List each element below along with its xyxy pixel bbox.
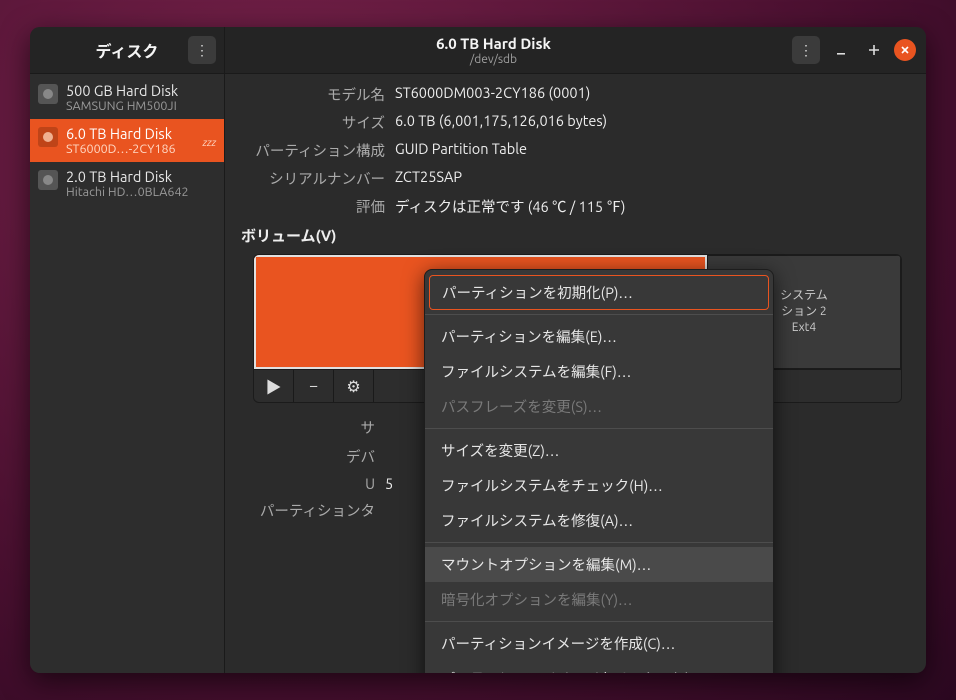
disk-title: 500 GB Hard Disk bbox=[66, 82, 216, 99]
gear-icon: ⚙ bbox=[346, 377, 360, 396]
disks-window: ディスク ⋮ 6.0 TB Hard Disk /dev/sdb ⋮ 500 G… bbox=[30, 27, 926, 673]
window-controls: ⋮ bbox=[762, 27, 926, 73]
label-uuid: U bbox=[235, 475, 385, 492]
menu-separator bbox=[425, 621, 773, 622]
header-title: 6.0 TB Hard Disk bbox=[436, 35, 551, 52]
vdots-icon: ⋮ bbox=[195, 42, 209, 59]
menu-create-image[interactable]: パーティションイメージを作成(C)… bbox=[425, 626, 773, 661]
menu-resize[interactable]: サイズを変更(Z)… bbox=[425, 433, 773, 468]
mount-button[interactable]: ▶ bbox=[254, 370, 294, 403]
label-assessment: 評価 bbox=[235, 196, 395, 217]
disk-item-2[interactable]: 2.0 TB Hard Disk Hitachi HD…0BLA642 bbox=[30, 162, 224, 205]
close-button[interactable] bbox=[894, 39, 916, 61]
menu-check-fs[interactable]: ファイルシステムをチェック(H)… bbox=[425, 468, 773, 503]
menu-edit-partition[interactable]: パーティションを編集(E)… bbox=[425, 319, 773, 354]
minus-icon: − bbox=[309, 377, 318, 395]
label-psize: サ bbox=[235, 417, 385, 438]
disk-subtitle: Hitachi HD…0BLA642 bbox=[66, 185, 216, 199]
label-parttype: パーティションタ bbox=[235, 500, 385, 521]
disk-item-0[interactable]: 500 GB Hard Disk SAMSUNG HM500JI bbox=[30, 76, 224, 119]
menu-separator bbox=[425, 314, 773, 315]
volume-options-button[interactable]: ⚙ bbox=[334, 370, 374, 403]
menu-separator bbox=[425, 542, 773, 543]
disk-title: 2.0 TB Hard Disk bbox=[66, 168, 216, 185]
maximize-button[interactable] bbox=[861, 38, 886, 63]
sleep-icon: zzz bbox=[203, 132, 216, 150]
label-size: サイズ bbox=[235, 112, 395, 133]
menu-restore-image[interactable]: パーティションイメージをリストア(R)… bbox=[425, 661, 773, 673]
label-model: モデル名 bbox=[235, 84, 395, 105]
hdd-icon bbox=[38, 84, 58, 104]
menu-separator bbox=[425, 428, 773, 429]
menu-edit-mount-options[interactable]: マウントオプションを編集(M)… bbox=[425, 547, 773, 582]
delete-partition-button[interactable]: − bbox=[294, 370, 334, 403]
titlebar-left: ディスク ⋮ bbox=[30, 27, 225, 73]
titlebar: ディスク ⋮ 6.0 TB Hard Disk /dev/sdb ⋮ bbox=[30, 27, 926, 74]
disk-menu-button[interactable]: ⋮ bbox=[792, 36, 820, 64]
header-subtitle: /dev/sdb bbox=[470, 53, 517, 66]
disk-subtitle: ST6000D…-2CY186 bbox=[66, 142, 195, 156]
hdd-icon bbox=[38, 170, 58, 190]
titlebar-center: 6.0 TB Hard Disk /dev/sdb bbox=[225, 27, 762, 73]
value-serial: ZCT25SAP bbox=[395, 168, 908, 189]
label-partitioning: パーティション構成 bbox=[235, 140, 395, 161]
menu-format-partition[interactable]: パーティションを初期化(P)… bbox=[429, 275, 769, 310]
app-title: ディスク bbox=[96, 38, 159, 62]
menu-edit-encryption-options: 暗号化オプションを編集(Y)… bbox=[425, 582, 773, 617]
menu-edit-filesystem[interactable]: ファイルシステムを編集(F)… bbox=[425, 354, 773, 389]
volumes-title: ボリューム(V) bbox=[241, 225, 908, 246]
value-model: ST6000DM003-2CY186 (0001) bbox=[395, 84, 908, 105]
value-partitioning: GUID Partition Table bbox=[395, 140, 908, 161]
menu-change-passphrase: パスフレーズを変更(S)… bbox=[425, 389, 773, 424]
label-serial: シリアルナンバー bbox=[235, 168, 395, 189]
minimize-button[interactable] bbox=[828, 38, 853, 63]
sidebar: 500 GB Hard Disk SAMSUNG HM500JI 6.0 TB … bbox=[30, 74, 225, 673]
vdots-icon: ⋮ bbox=[799, 42, 813, 59]
value-size: 6.0 TB (6,001,175,126,016 bytes) bbox=[395, 112, 908, 133]
volume-options-menu: パーティションを初期化(P)… パーティションを編集(E)… ファイルシステムを… bbox=[424, 269, 774, 673]
menu-repair-fs[interactable]: ファイルシステムを修復(A)… bbox=[425, 503, 773, 538]
value-assessment: ディスクは正常です (46 ℃ / 115 ℉) bbox=[395, 196, 908, 217]
hdd-icon bbox=[38, 127, 58, 147]
app-menu-button[interactable]: ⋮ bbox=[188, 36, 216, 64]
disk-item-1[interactable]: 6.0 TB Hard Disk ST6000D…-2CY186 zzz bbox=[30, 119, 224, 162]
label-device: デバ bbox=[235, 446, 385, 467]
disk-subtitle: SAMSUNG HM500JI bbox=[66, 99, 216, 113]
disk-info-table: モデル名ST6000DM003-2CY186 (0001) サイズ6.0 TB … bbox=[235, 84, 908, 217]
disk-title: 6.0 TB Hard Disk bbox=[66, 125, 195, 142]
play-icon: ▶ bbox=[265, 374, 281, 398]
